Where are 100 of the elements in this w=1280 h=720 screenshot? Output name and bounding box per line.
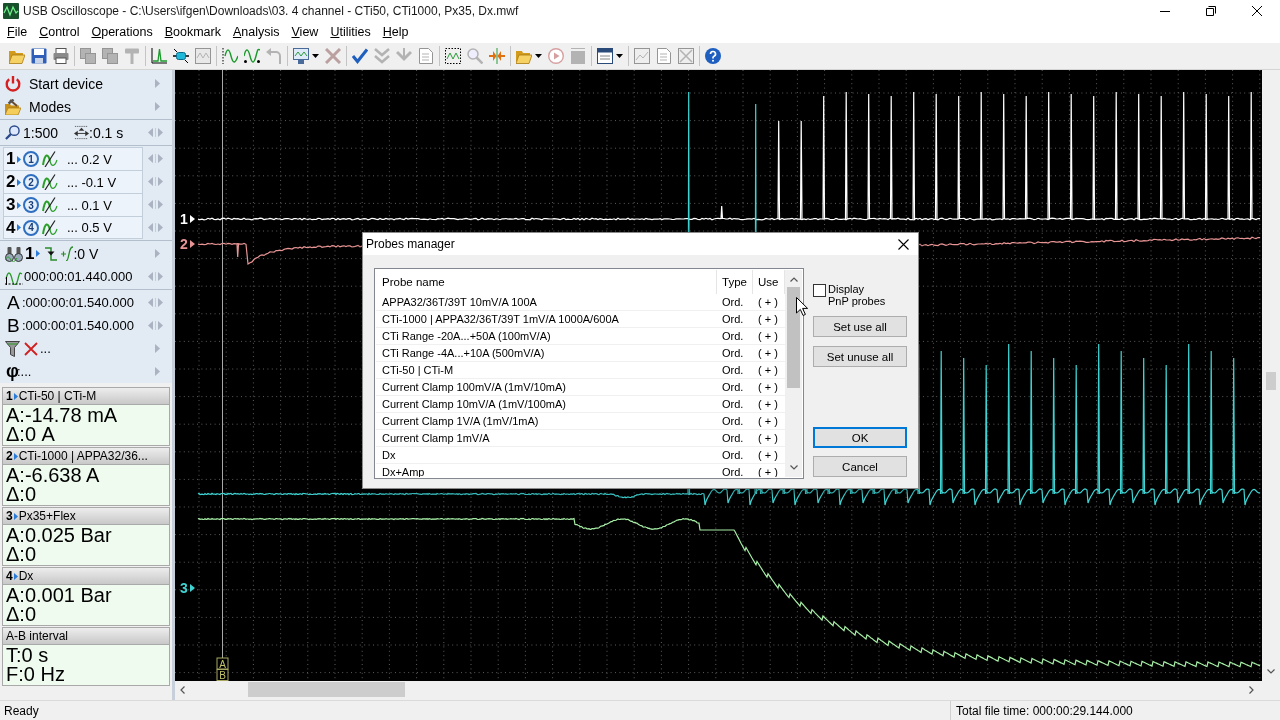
scrollbar-thumb[interactable] [248,682,405,697]
menu-command[interactable]: Modes [29,98,72,115]
cursor-tag[interactable]: A [216,657,229,670]
close-icon[interactable] [898,238,909,250]
action-button[interactable]: Set unuse all [813,346,907,367]
list-scrollbar[interactable] [785,270,802,477]
cancel-button[interactable]: Cancel [813,456,907,477]
menu-item[interactable]: Bookmark [158,23,227,42]
channel-row[interactable]: 4 4 ... 0.5 V [3,216,143,239]
converging-arrows-icon[interactable] [489,48,505,64]
probe-name-cell-text: CTi Range -4A...+10A (500mV/A) [381,346,546,361]
menu-item[interactable]: Help [376,23,415,42]
left-right-arrows-icon[interactable] [148,223,163,232]
channel-marker[interactable]: 1 [180,211,188,227]
checkbox[interactable] [813,284,826,297]
delta-value: Δ:0 [6,545,38,564]
probe-name-cell-text: CTi-50 | CTi-M [381,363,455,378]
use-cell-text: ( + ) [757,397,779,412]
window-icon[interactable] [597,48,613,64]
menu-item[interactable]: File [1,23,34,42]
use-cell-text: ( + ) [757,346,779,361]
channel-number: 2 [6,172,16,192]
scroll-up-icon[interactable] [789,277,798,282]
delta-value: Δ:0 [6,485,38,504]
interval-value: T:0 s [6,646,50,665]
probe-icon[interactable] [173,48,189,64]
left-right-arrows-icon[interactable] [148,272,163,281]
menu-item[interactable]: Control [33,23,86,42]
waveform-screen-icon [3,3,19,19]
channel-number: 3 [6,195,16,215]
spike-waveform-icon[interactable] [151,48,167,64]
submenu-arrow-icon[interactable] [155,367,160,376]
scrollbar-thumb[interactable] [1266,372,1276,390]
circled-number: 1 [23,151,39,167]
left-right-arrows-icon[interactable] [148,200,163,209]
channel-number: 2 [6,449,13,463]
falling-edge-icon [45,246,58,261]
channel-row[interactable]: 1 1 ... 0.2 V [3,147,143,170]
submenu-arrow-icon[interactable] [155,102,160,111]
sine-wave-icon[interactable] [244,48,260,64]
dotted-frame-icon[interactable] [445,48,461,64]
use-cell-text: ( + ) [757,363,779,378]
scroll-down-icon[interactable] [789,465,798,470]
probe-title: Dx [18,569,34,583]
marker-arrow-icon[interactable] [190,240,195,248]
submenu-arrow-icon[interactable] [155,79,160,88]
checkbox-label[interactable]: Display PnP probes [828,283,887,307]
menu-command[interactable]: Start device [29,75,103,92]
probe-name-cell-text: Current Clamp 1mV/A [381,431,491,446]
marker-arrow-icon[interactable] [190,215,195,223]
dotted-wave-icon[interactable] [222,48,238,64]
binoculars-icon [5,245,23,262]
close-icon[interactable] [1252,6,1262,16]
menu-item[interactable]: View [285,23,325,42]
column-header[interactable]: Type [717,270,753,294]
caret-icon[interactable] [535,54,542,58]
ok-button[interactable]: OK [813,427,907,448]
triangle-icon [17,201,21,209]
scroll-down-icon[interactable] [1267,669,1275,674]
triangle-icon [13,512,18,520]
submenu-arrow-icon[interactable] [155,344,160,353]
printer-icon[interactable] [53,48,69,64]
submenu-arrow-icon[interactable] [155,249,160,258]
probe-name-cell-text: Current Clamp 1V/A (1mV/1mA) [381,414,540,429]
caret-icon[interactable] [312,54,319,58]
scroll-right-icon[interactable] [1249,685,1254,694]
delta-value: Δ:0 [6,605,38,624]
left-right-arrows-icon[interactable] [148,154,163,163]
interval-value: F:0 Hz [6,665,66,684]
cursor-tag[interactable]: B [216,669,229,681]
scrollbar-thumb[interactable] [787,287,800,388]
left-right-arrows-icon[interactable] [148,128,163,137]
dialog-title: Probes manager [366,237,456,251]
restore-icon[interactable] [1206,6,1216,16]
channel-marker[interactable]: 2 [180,236,188,252]
left-right-arrows-icon[interactable] [148,321,163,330]
probe-name-cell-text: APPA32/36T/39T 10mV/A 100A [381,295,538,310]
left-right-arrows-icon[interactable] [148,298,163,307]
use-cell-text: ( + ) [757,295,779,310]
menu-item[interactable]: Operations [85,23,159,42]
triangle-icon [17,178,21,186]
caret-icon[interactable] [616,54,623,58]
range-value: ... 0.2 V [67,151,112,167]
channel-marker[interactable]: 3 [180,580,188,596]
channel-row[interactable]: 2 2 ... -0.1 V [3,170,143,193]
help-icon[interactable] [705,48,721,64]
left-right-arrows-icon[interactable] [148,177,163,186]
menu-item[interactable]: Utilities [324,23,377,42]
minimize-icon[interactable] [1160,10,1170,12]
action-button[interactable]: Set use all [813,316,907,337]
type-cell-text: Ord. [721,448,745,463]
channel-row[interactable]: 3 3 ... 0.1 V [3,193,143,216]
type-cell-text: Ord. [721,363,745,378]
column-header[interactable]: Probe name [376,270,717,294]
scroll-left-icon[interactable] [180,685,185,694]
monitor-icon[interactable] [293,48,309,64]
marker-arrow-icon[interactable] [190,584,195,592]
folder-icon[interactable] [9,48,25,64]
checkmark-icon[interactable] [352,48,368,64]
menu-item[interactable]: Analysis [226,23,286,42]
